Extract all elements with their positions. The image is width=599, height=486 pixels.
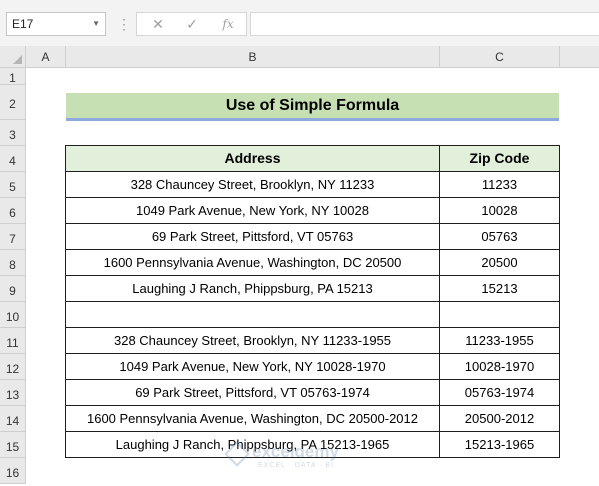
table-row-divider xyxy=(65,379,560,380)
header-cell-address[interactable]: Address xyxy=(66,146,439,171)
row-header-6[interactable]: 6 xyxy=(0,198,26,224)
address-cell[interactable]: 328 Chauncey Street, Brooklyn, NY 11233-… xyxy=(66,328,439,353)
watermark-name: exceldemy xyxy=(252,442,339,461)
address-cell[interactable]: 1049 Park Avenue, New York, NY 10028 xyxy=(66,198,439,223)
more-options-icon[interactable]: ⋮ xyxy=(117,13,131,35)
table-row-divider xyxy=(65,223,560,224)
address-cell[interactable]: 1049 Park Avenue, New York, NY 10028-197… xyxy=(66,354,439,379)
table-row-divider xyxy=(65,171,560,172)
row-header-7[interactable]: 7 xyxy=(0,224,26,250)
address-cell[interactable] xyxy=(66,302,439,327)
select-all-button[interactable] xyxy=(0,46,26,68)
exceldemy-logo-icon xyxy=(224,441,250,467)
watermark: exceldemy EXCEL · DATA · BI xyxy=(224,441,388,472)
formula-bar: E17 ▼ ⋮ ✕ ✓ fx xyxy=(0,0,599,46)
column-header-b[interactable]: B xyxy=(66,46,440,68)
row-header-15[interactable]: 15 xyxy=(0,432,26,458)
zip-cell[interactable] xyxy=(440,302,559,327)
column-header-a[interactable]: A xyxy=(26,46,66,68)
zip-cell[interactable]: 20500-2012 xyxy=(440,406,559,431)
zip-cell[interactable]: 15213 xyxy=(440,276,559,301)
row-header-3[interactable]: 3 xyxy=(0,120,26,146)
name-box[interactable]: E17 ▼ xyxy=(6,12,106,36)
table-row-divider xyxy=(65,301,560,302)
chevron-down-icon[interactable]: ▼ xyxy=(92,13,100,35)
row-header-11[interactable]: 11 xyxy=(0,328,26,354)
table-row-divider xyxy=(65,197,560,198)
row-header-5[interactable]: 5 xyxy=(0,172,26,198)
row-header-4[interactable]: 4 xyxy=(0,146,26,172)
table-row-divider xyxy=(65,327,560,328)
formula-input[interactable] xyxy=(250,12,599,36)
zip-cell[interactable]: 20500 xyxy=(440,250,559,275)
insert-function-icon[interactable]: fx xyxy=(213,13,243,35)
row-header-16[interactable]: 16 xyxy=(0,458,26,484)
row-header-13[interactable]: 13 xyxy=(0,380,26,406)
address-cell[interactable]: 69 Park Street, Pittsford, VT 05763-1974 xyxy=(66,380,439,405)
sheet-title: Use of Simple Formula xyxy=(66,93,559,118)
zip-cell[interactable]: 10028 xyxy=(440,198,559,223)
zip-cell[interactable]: 05763-1974 xyxy=(440,380,559,405)
address-cell[interactable]: 1600 Pennsylvania Avenue, Washington, DC… xyxy=(66,250,439,275)
zip-cell[interactable]: 11233-1955 xyxy=(440,328,559,353)
watermark-tagline: EXCEL · DATA · BI xyxy=(258,462,334,469)
zip-cell[interactable]: 05763 xyxy=(440,224,559,249)
zip-cell[interactable]: 15213-1965 xyxy=(440,432,559,457)
title-underline xyxy=(66,118,559,121)
row-header-12[interactable]: 12 xyxy=(0,354,26,380)
header-cell-zip[interactable]: Zip Code xyxy=(440,146,559,171)
address-cell[interactable]: 328 Chauncey Street, Brooklyn, NY 11233 xyxy=(66,172,439,197)
table-row-divider xyxy=(65,405,560,406)
formula-buttons: ✕ ✓ fx xyxy=(136,12,247,36)
row-header-1[interactable]: 1 xyxy=(0,68,26,85)
address-cell[interactable]: 1600 Pennsylvania Avenue, Washington, DC… xyxy=(66,406,439,431)
table-column-divider xyxy=(439,145,440,458)
name-box-value: E17 xyxy=(12,17,34,31)
zip-cell[interactable]: 11233 xyxy=(440,172,559,197)
select-all-triangle-icon xyxy=(13,55,22,64)
address-cell[interactable]: 69 Park Street, Pittsford, VT 05763 xyxy=(66,224,439,249)
row-header-14[interactable]: 14 xyxy=(0,406,26,432)
enter-icon[interactable]: ✓ xyxy=(177,13,207,35)
table-row-divider xyxy=(65,249,560,250)
row-header-10[interactable]: 10 xyxy=(0,302,26,328)
column-header-c[interactable]: C xyxy=(440,46,560,68)
table-row-divider xyxy=(65,431,560,432)
row-header-8[interactable]: 8 xyxy=(0,250,26,276)
address-cell[interactable]: Laughing J Ranch, Phippsburg, PA 15213 xyxy=(66,276,439,301)
zip-cell[interactable]: 10028-1970 xyxy=(440,354,559,379)
table-row-divider xyxy=(65,275,560,276)
row-header-2[interactable]: 2 xyxy=(0,85,26,120)
column-header-d[interactable] xyxy=(560,46,599,68)
table-row-divider xyxy=(65,353,560,354)
row-header-9[interactable]: 9 xyxy=(0,276,26,302)
cancel-icon[interactable]: ✕ xyxy=(143,13,173,35)
